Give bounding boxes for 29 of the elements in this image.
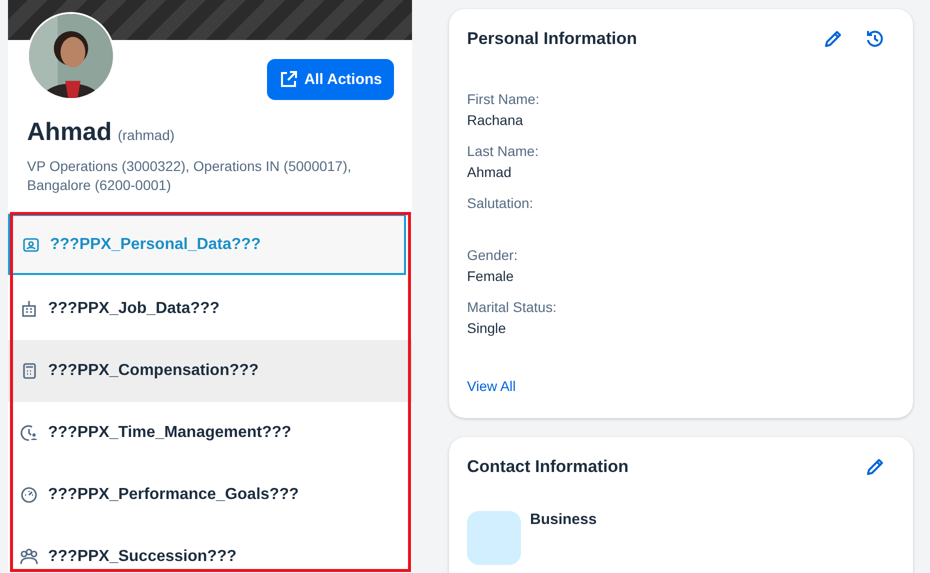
clock-person-icon xyxy=(20,424,38,442)
share-icon xyxy=(279,70,298,89)
view-all-link[interactable]: View All xyxy=(467,378,516,394)
field-label: Marital Status: xyxy=(467,299,558,315)
field-value: Ahmad xyxy=(467,164,512,180)
card-title: Personal Information xyxy=(467,29,638,49)
id-card-icon xyxy=(22,236,40,254)
field-value: Single xyxy=(467,320,507,336)
nav-item[interactable]: ???PPX_Compensation??? xyxy=(8,340,412,402)
field-label: Salutation: xyxy=(467,195,534,211)
building-icon xyxy=(20,300,38,318)
field-label: Gender: xyxy=(467,247,519,263)
position-details: VP Operations (3000322), Operations IN (5000017), Bangalore (6200-0001) xyxy=(26,157,352,195)
all-actions-button[interactable]: All Actions xyxy=(267,59,394,100)
field-label: First Name: xyxy=(467,91,540,107)
username: (rahmad) xyxy=(118,127,175,143)
calculator-icon xyxy=(20,362,38,380)
history-icon[interactable] xyxy=(865,29,885,49)
contact-type-label: Business xyxy=(530,511,597,530)
card-title: Contact Information xyxy=(467,457,628,477)
field-value: Female xyxy=(467,268,515,284)
edit-icon[interactable] xyxy=(823,29,843,49)
contact-type-tile xyxy=(467,511,521,565)
edit-icon[interactable] xyxy=(865,457,885,477)
gauge-icon xyxy=(20,486,38,504)
field-label: Last Name: xyxy=(467,143,540,159)
field-value: Rachana xyxy=(467,112,524,128)
people-icon xyxy=(20,548,38,566)
employee-name: Ahmad xyxy=(27,118,112,147)
